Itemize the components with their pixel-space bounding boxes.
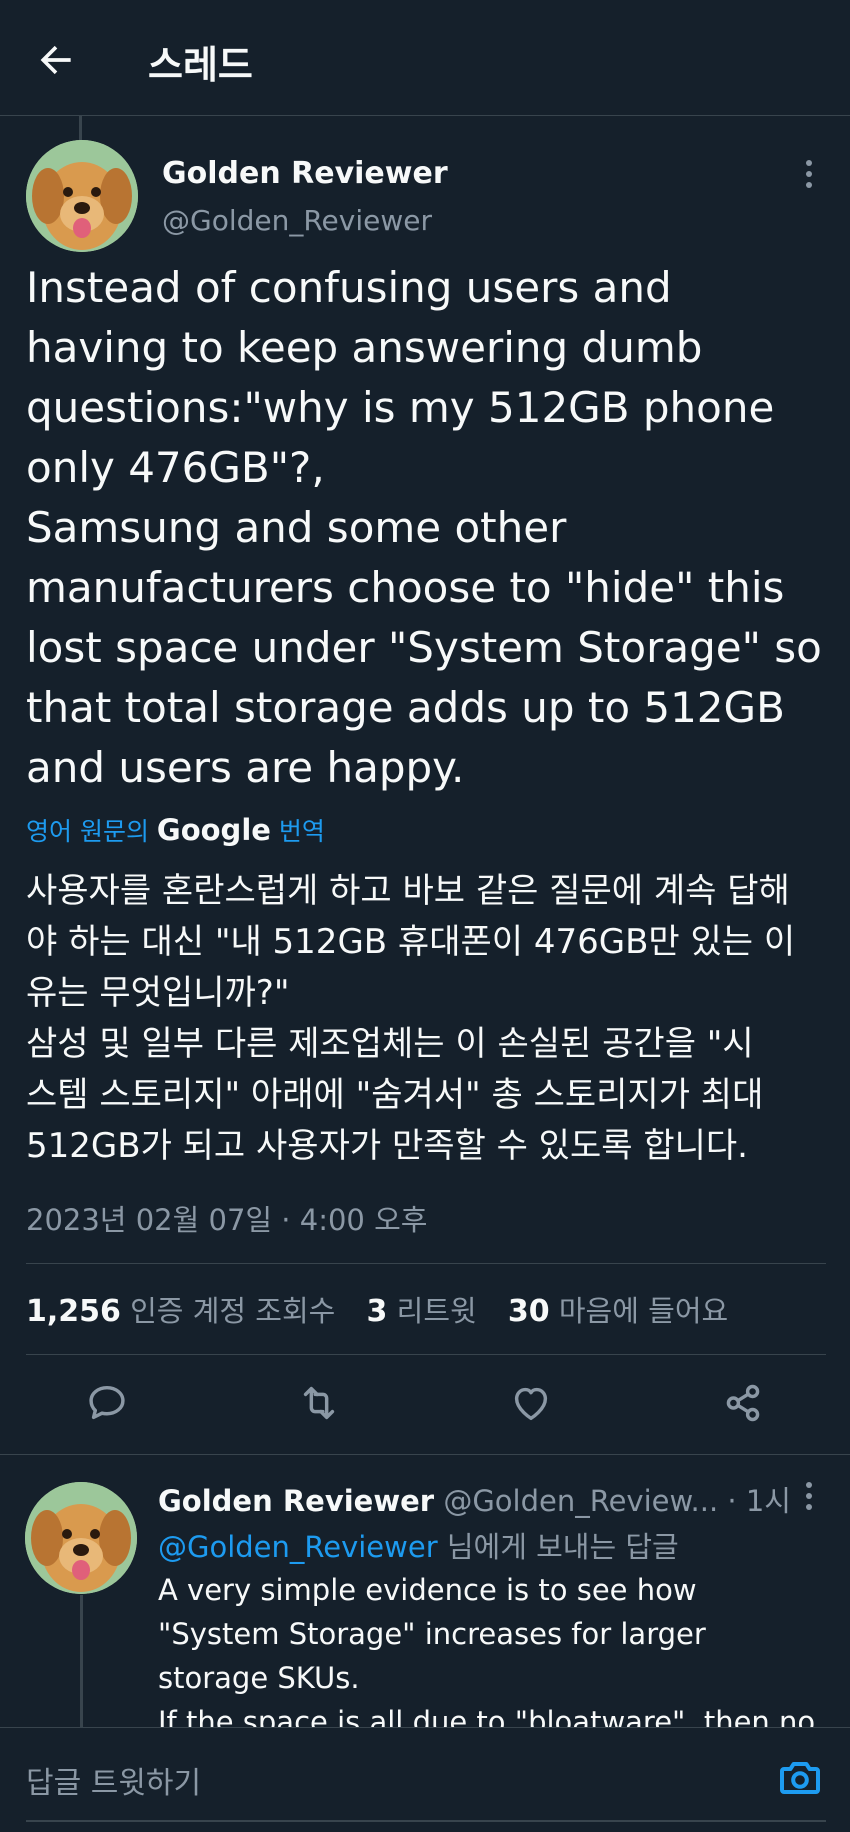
share-icon — [726, 1384, 760, 1422]
author-handle[interactable]: @Golden_Reviewer — [162, 204, 432, 237]
more-vertical-icon — [806, 160, 812, 188]
more-vertical-icon — [806, 1482, 812, 1510]
reply-context-suffix: 님에게 보내는 답글 — [446, 1530, 679, 1564]
dog-avatar-image — [26, 140, 138, 252]
retweet-button[interactable] — [296, 1380, 342, 1426]
comment-icon — [89, 1385, 125, 1420]
thread-connector — [79, 116, 82, 140]
translate-link[interactable]: 영어 원문의 Google 번역 — [26, 812, 325, 848]
share-button[interactable] — [720, 1380, 766, 1426]
reply-header: Golden Reviewer @Golden_Review... · 1시 — [158, 1478, 791, 1520]
camera-button[interactable] — [776, 1754, 824, 1802]
top-bar: 스레드 — [0, 0, 850, 116]
reply-context: @Golden_Reviewer 님에게 보내는 답글 — [158, 1524, 679, 1566]
reply-avatar[interactable] — [25, 1482, 137, 1594]
dog-avatar-image — [25, 1482, 137, 1594]
reply-author-name[interactable]: Golden Reviewer — [158, 1484, 434, 1518]
camera-icon — [780, 1762, 820, 1794]
mention-link[interactable]: @Golden_Reviewer — [158, 1530, 438, 1564]
likes-count: 30 — [507, 1294, 550, 1329]
reply-more-button[interactable] — [794, 1476, 824, 1516]
page-title: 스레드 — [148, 43, 253, 87]
reply-button[interactable] — [84, 1380, 130, 1426]
reply-text: A very simple evidence is to see how "Sy… — [158, 1573, 816, 1739]
divider — [26, 1263, 826, 1264]
retweet-icon — [303, 1386, 335, 1420]
reply-author-handle[interactable]: @Golden_Review... — [443, 1484, 718, 1518]
retweets-count: 3 — [366, 1294, 388, 1329]
heart-icon — [514, 1387, 548, 1421]
thread-connector — [80, 1595, 83, 1727]
input-underline — [26, 1820, 826, 1822]
reply-input[interactable]: 답글 트윗하기 — [26, 1758, 201, 1802]
retweets-label[interactable]: 리트윗 — [397, 1294, 477, 1328]
divider — [26, 1354, 826, 1355]
tweet-timestamp[interactable]: 2023년 02월 07일 · 4:00 오후 — [26, 1197, 427, 1239]
translated-text: 사용자를 혼란스럽게 하고 바보 같은 질문에 계속 답해 야 하는 대신 "내… — [26, 871, 796, 1166]
arrow-left-icon — [40, 45, 71, 75]
google-logo: Google — [156, 813, 271, 847]
tweet-stats: 1,256 인증 계정 조회수 3 리트윗 30 마음에 들어요 — [26, 1288, 728, 1330]
views-count: 1,256 — [26, 1294, 121, 1329]
translate-prefix: 영어 원문의 — [26, 817, 149, 846]
reply-compose-bar: 답글 트윗하기 — [0, 1727, 850, 1832]
views-label[interactable]: 인증 계정 조회수 — [130, 1294, 335, 1328]
reply-time: · 1시 — [727, 1484, 791, 1518]
likes-label[interactable]: 마음에 들어요 — [559, 1294, 728, 1328]
section-divider — [0, 1454, 850, 1455]
back-button[interactable] — [34, 38, 78, 82]
more-button[interactable] — [794, 154, 824, 194]
author-name[interactable]: Golden Reviewer — [162, 156, 448, 191]
like-button[interactable] — [508, 1380, 554, 1426]
tweet-text: Instead of confusing users and having to… — [26, 263, 822, 792]
avatar[interactable] — [26, 140, 138, 252]
translate-suffix: 번역 — [278, 817, 325, 846]
